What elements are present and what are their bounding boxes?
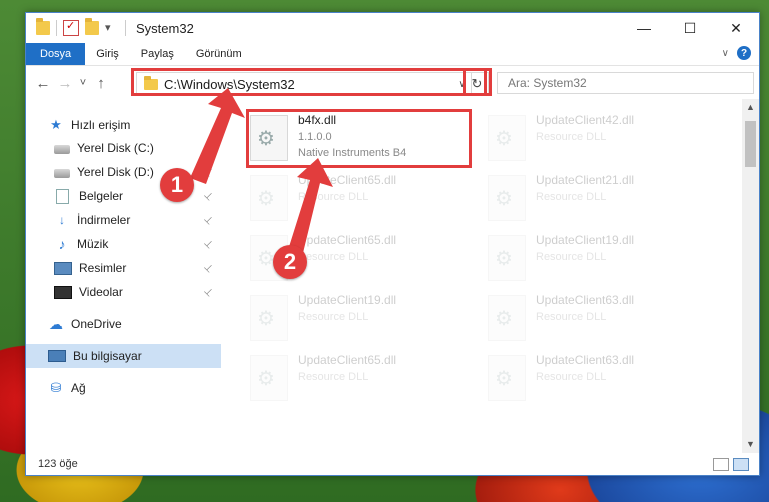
step-2-badge: 2 — [273, 245, 307, 279]
annotation-arrows — [190, 88, 333, 257]
arrow-1 — [190, 88, 245, 184]
arrow-2 — [288, 158, 333, 257]
step-1-badge: 1 — [160, 168, 194, 202]
